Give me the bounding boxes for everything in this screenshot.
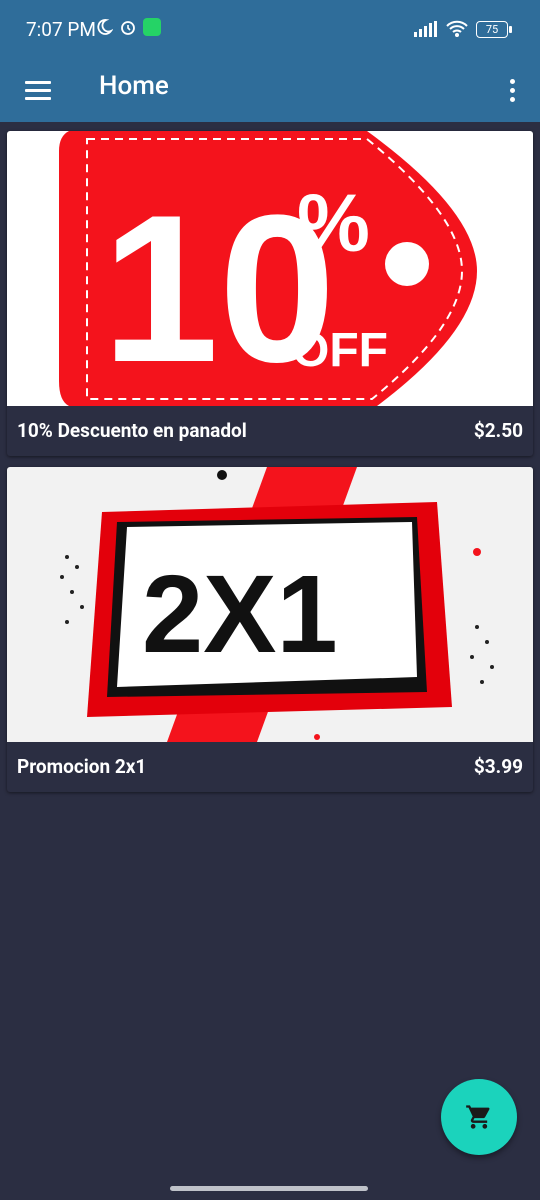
more-vert-icon[interactable] <box>502 72 522 108</box>
moon-icon <box>97 19 113 35</box>
page-title: Home <box>99 71 169 101</box>
toolbar: Home <box>0 60 540 122</box>
product-price: $2.50 <box>473 419 523 442</box>
app-bar: 7:07 PM 75 Home <box>0 0 540 122</box>
cart-button[interactable] <box>441 1079 517 1155</box>
product-card[interactable]: 2X1 Promocion 2x1 $3.99 <box>7 467 533 792</box>
promo-2x1-image: 2X1 <box>7 467 533 742</box>
signal-icon <box>414 21 437 37</box>
product-image: 2X1 <box>7 467 533 742</box>
status-time: 7:07 PM <box>26 18 96 41</box>
product-info: Promocion 2x1 $3.99 <box>7 742 533 792</box>
status-right-icons: 75 <box>414 20 512 38</box>
battery-icon: 75 <box>476 20 512 38</box>
product-image: 10 % OFF <box>7 131 533 406</box>
shopping-cart-icon <box>466 1105 490 1129</box>
gesture-nav-bar[interactable] <box>170 1186 368 1191</box>
product-name: Promocion 2x1 <box>17 755 147 778</box>
status-left-icons <box>95 18 161 36</box>
tag-off: OFF <box>292 324 388 377</box>
discount-tag-image: 10 % OFF <box>7 131 533 406</box>
wifi-icon <box>446 20 468 37</box>
whatsapp-icon <box>143 18 161 36</box>
hamburger-menu-icon[interactable] <box>20 72 56 108</box>
tag-percent: % <box>297 178 370 269</box>
status-bar: 7:07 PM 75 <box>0 0 540 60</box>
promo-text: 2X1 <box>142 553 338 676</box>
product-info: 10% Descuento en panadol $2.50 <box>7 406 533 456</box>
alarm-icon <box>121 21 135 35</box>
product-price: $3.99 <box>473 755 523 778</box>
product-card[interactable]: 10 % OFF 10% Descuento en panadol $2.50 <box>7 131 533 456</box>
product-name: 10% Descuento en panadol <box>17 419 247 442</box>
